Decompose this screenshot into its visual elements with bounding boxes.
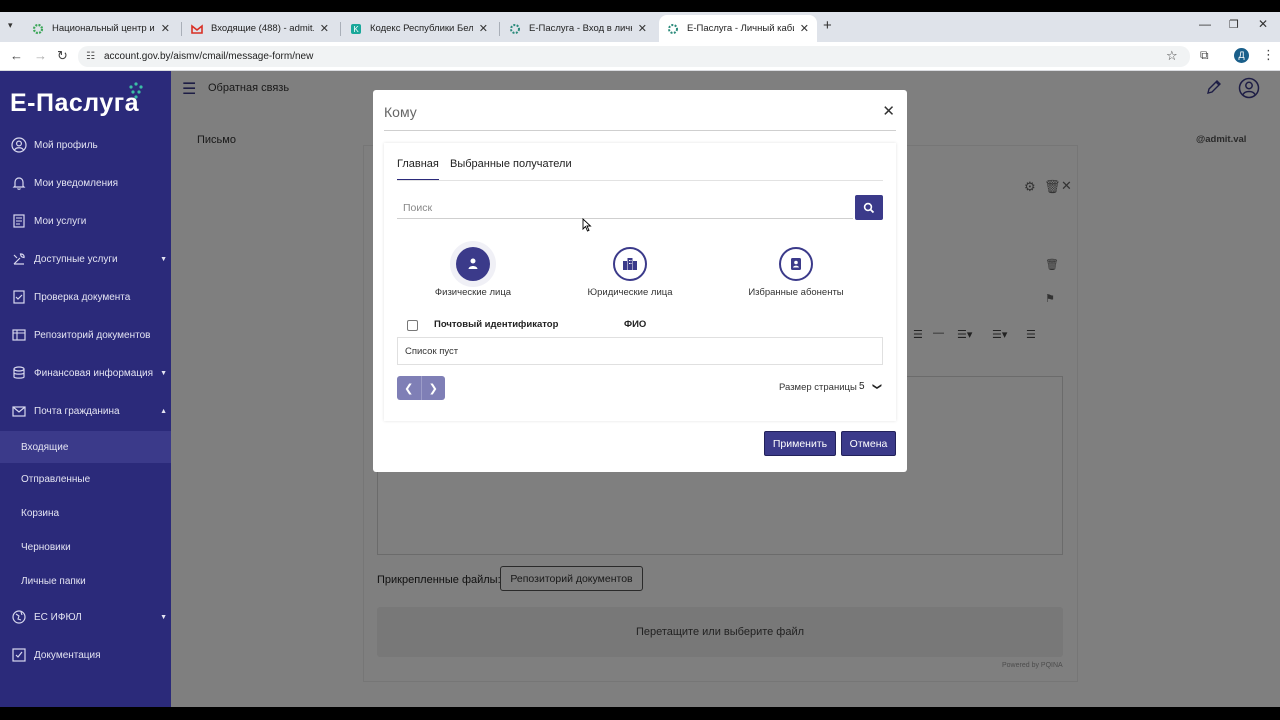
tab-close-icon[interactable]: ✕ <box>479 22 488 35</box>
page-size-select[interactable]: 5 ❯ <box>859 381 883 392</box>
back-arrow-icon[interactable]: ← <box>10 48 23 63</box>
new-tab-plus-icon[interactable]: + <box>823 17 832 34</box>
select-all-checkbox[interactable] <box>407 320 418 331</box>
apply-button[interactable]: Применить <box>764 431 836 456</box>
browser-tab-title: Е-Паслуга - Личный кабинет <box>687 23 794 34</box>
tab-close-icon[interactable]: ✕ <box>800 22 809 35</box>
category-legal-entities[interactable]: Юридические лица <box>555 247 705 298</box>
window-close-icon[interactable]: ✕ <box>1258 17 1268 31</box>
kodeks-icon: K <box>350 23 362 35</box>
search-input[interactable] <box>397 197 853 219</box>
tab-main[interactable]: Главная <box>397 158 439 181</box>
page-size-value: 5 <box>859 381 865 392</box>
forward-arrow-icon[interactable]: → <box>34 48 47 63</box>
dialog-title: Кому <box>384 104 417 120</box>
svg-text:K: K <box>353 25 359 34</box>
top-black-bar <box>0 0 1280 12</box>
tab-close-icon[interactable]: ✕ <box>638 22 647 35</box>
pagination: ❮ ❯ <box>397 376 445 400</box>
browser-tab-4[interactable]: Е-Паслуга - Вход в личный каб ✕ <box>501 15 655 42</box>
recipient-dialog: Кому ✕ Главная Выбранные получатели Физи… <box>373 90 907 472</box>
category-icon-circle <box>779 247 813 281</box>
browser-tab-title: Входящие (488) - admit.val@g <box>211 23 314 34</box>
category-favorites[interactable]: Избранные абоненты <box>721 247 871 298</box>
browser-address-bar: ← → ↻ ☷ account.gov.by/aismv/cmail/messa… <box>0 42 1280 71</box>
site-info-icon[interactable]: ☷ <box>86 46 95 67</box>
category-label: Физические лица <box>434 287 512 298</box>
category-individuals[interactable]: Физические лица <box>398 247 548 298</box>
dialog-body: Главная Выбранные получатели Физические … <box>384 143 896 421</box>
empty-list-text: Список пуст <box>405 346 459 357</box>
tab-search-chevron-icon[interactable]: ▾ <box>8 20 13 31</box>
search-button[interactable] <box>855 195 883 220</box>
tabs-divider <box>397 180 883 181</box>
tab-close-icon[interactable]: ✕ <box>320 22 329 35</box>
dialog-divider <box>384 130 896 131</box>
page-size-label: Размер страницы <box>779 382 857 393</box>
column-header-mail-id[interactable]: Почтовый идентификатор <box>434 319 558 330</box>
recipients-table-empty-row: Список пуст <box>397 338 883 365</box>
tab-label: Главная <box>397 158 439 170</box>
browser-tab-title: Кодекс Республики Беларусь <box>370 23 473 34</box>
building-icon <box>623 258 637 270</box>
browser-tab-1[interactable]: Национальный центр интелле ✕ <box>24 15 178 42</box>
category-icon-circle <box>613 247 647 281</box>
gmail-icon <box>191 23 203 35</box>
prev-page-button[interactable]: ❮ <box>397 376 422 400</box>
tab-separator <box>499 22 500 36</box>
column-header-full-name[interactable]: ФИО <box>624 319 646 330</box>
url-text: account.gov.by/aismv/cmail/message-form/… <box>104 51 314 62</box>
mouse-cursor-icon <box>582 218 592 232</box>
tab-selected-recipients[interactable]: Выбранные получатели <box>450 158 572 179</box>
reload-icon[interactable]: ↻ <box>57 48 68 64</box>
cancel-button[interactable]: Отмена <box>841 431 896 456</box>
bottom-black-bar <box>0 707 1280 720</box>
tab-separator <box>181 22 182 36</box>
category-label: Избранные абоненты <box>748 287 844 298</box>
extensions-icon[interactable]: ⧉ <box>1200 48 1209 63</box>
browser-tab-5-active[interactable]: Е-Паслуга - Личный кабинет ✕ <box>659 15 817 42</box>
browser-tab-title: Национальный центр интелле <box>52 23 155 34</box>
url-field[interactable]: ☷ account.gov.by/aismv/cmail/message-for… <box>78 46 1190 67</box>
dialog-close-icon[interactable]: ✕ <box>882 102 895 120</box>
epasluga-icon <box>667 23 679 35</box>
browser-tab-title: Е-Паслуга - Вход в личный каб <box>529 23 632 34</box>
browser-menu-icon[interactable]: ⋮ <box>1262 47 1275 63</box>
screen: ▾ Национальный центр интелле ✕ Входящие … <box>0 0 1280 720</box>
chevron-right-icon: ❯ <box>428 382 438 395</box>
browser-tab-3[interactable]: K Кодекс Республики Беларусь ✕ <box>342 15 496 42</box>
browser-tab-strip: ▾ Национальный центр интелле ✕ Входящие … <box>0 12 1280 42</box>
restore-icon[interactable]: ❐ <box>1229 18 1239 31</box>
profile-avatar[interactable]: Д <box>1234 48 1249 63</box>
contact-book-icon <box>791 258 801 270</box>
gear-green-icon <box>32 23 44 35</box>
tab-separator <box>340 22 341 36</box>
epasluga-icon <box>509 23 521 35</box>
sidebar-backdrop <box>0 71 171 707</box>
minimize-icon[interactable]: — <box>1199 17 1211 31</box>
chevron-left-icon: ❮ <box>404 382 414 395</box>
chevron-down-icon: ❯ <box>872 382 883 391</box>
category-icon-circle <box>456 247 490 281</box>
browser-tab-2[interactable]: Входящие (488) - admit.val@g ✕ <box>183 15 337 42</box>
search-icon <box>863 202 875 213</box>
next-page-button[interactable]: ❯ <box>422 376 446 400</box>
recipients-table-header: Почтовый идентификатор ФИО <box>397 311 883 338</box>
person-icon <box>468 258 478 269</box>
tab-close-icon[interactable]: ✕ <box>161 22 170 35</box>
tab-label: Выбранные получатели <box>450 158 572 170</box>
bookmark-star-icon[interactable]: ☆ <box>1166 48 1178 64</box>
category-label: Юридические лица <box>587 287 673 298</box>
